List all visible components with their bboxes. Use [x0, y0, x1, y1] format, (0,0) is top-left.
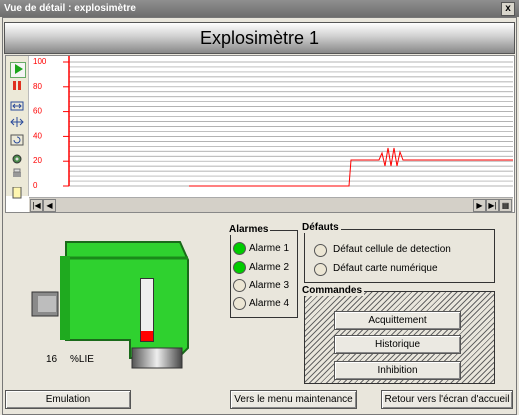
legend-icon[interactable] — [10, 186, 24, 201]
close-button[interactable]: x — [501, 2, 515, 16]
y-tick-label: 40 — [33, 131, 42, 140]
settings-icon[interactable] — [10, 153, 24, 167]
pause-icon[interactable] — [10, 80, 24, 94]
trend-toolbar — [6, 56, 29, 199]
home-button[interactable]: Retour vers l'écran d'accueil — [381, 390, 513, 409]
defaut-label-1: Défaut cellule de detection — [333, 244, 451, 255]
alarm-led-1 — [233, 242, 246, 255]
play-icon[interactable] — [10, 62, 26, 78]
window-titlebar: Vue de détail : explosimètre x — [0, 0, 519, 17]
trend-scrollbar[interactable]: |◀ ◀ ▶ ▶| ▦ — [29, 197, 513, 212]
alarm-led-3 — [233, 279, 246, 292]
detector-illustration: 16 %LIE — [30, 240, 200, 370]
level-gauge — [140, 278, 154, 342]
scroll-grid-icon[interactable]: ▦ — [499, 199, 512, 212]
trend-line — [189, 147, 513, 187]
historique-button[interactable]: Historique — [334, 335, 461, 354]
alarm-led-4 — [233, 297, 246, 310]
fit-icon[interactable] — [10, 116, 24, 130]
alarm-label-1: Alarme 1 — [249, 243, 290, 254]
defaut-led-2 — [314, 263, 327, 276]
y-tick-label: 80 — [33, 82, 42, 91]
detector-unit: %LIE — [70, 354, 94, 365]
alarm-label-4: Alarme 4 — [249, 298, 290, 309]
alarm-label-2: Alarme 2 — [249, 262, 290, 273]
alarm-led-2 — [233, 261, 246, 274]
emulation-button[interactable]: Emulation — [5, 390, 131, 409]
commandes-title: Commandes — [300, 285, 365, 296]
scroll-end-icon[interactable]: ▶| — [486, 199, 499, 212]
y-tick-label: 20 — [33, 156, 42, 165]
scroll-right-icon[interactable]: ▶ — [473, 199, 486, 212]
defaut-led-1 — [314, 244, 327, 257]
scroll-start-icon[interactable]: |◀ — [30, 199, 43, 212]
y-tick-label: 0 — [33, 181, 38, 190]
acquittement-button[interactable]: Acquittement — [334, 311, 461, 330]
trend-plot[interactable]: 100 80 60 40 20 0 — [29, 56, 513, 196]
print-icon[interactable] — [10, 168, 24, 182]
y-tick-label: 60 — [33, 107, 42, 116]
alarm-label-3: Alarme 3 — [249, 280, 290, 291]
defauts-title: Défauts — [300, 222, 341, 233]
trend-panel: 100 80 60 40 20 0 |◀ ◀ ▶ ▶| ▦ — [5, 55, 515, 213]
zoom-in-icon[interactable] — [10, 100, 24, 114]
inhibition-button[interactable]: Inhibition — [334, 361, 461, 380]
alarms-title: Alarmes — [227, 224, 271, 235]
detector-value: 16 — [46, 354, 58, 365]
scroll-left-icon[interactable]: ◀ — [43, 199, 56, 212]
undo-icon[interactable] — [10, 134, 24, 148]
level-gauge-fill — [141, 331, 153, 341]
defauts-group — [304, 229, 495, 283]
page-title: Explosimètre 1 — [4, 22, 515, 54]
window-title: Vue de détail : explosimètre — [4, 3, 136, 14]
defaut-label-2: Défaut carte numérique — [333, 263, 438, 274]
maintenance-button[interactable]: Vers le menu maintenance — [230, 390, 357, 409]
y-tick-label: 100 — [33, 57, 47, 66]
